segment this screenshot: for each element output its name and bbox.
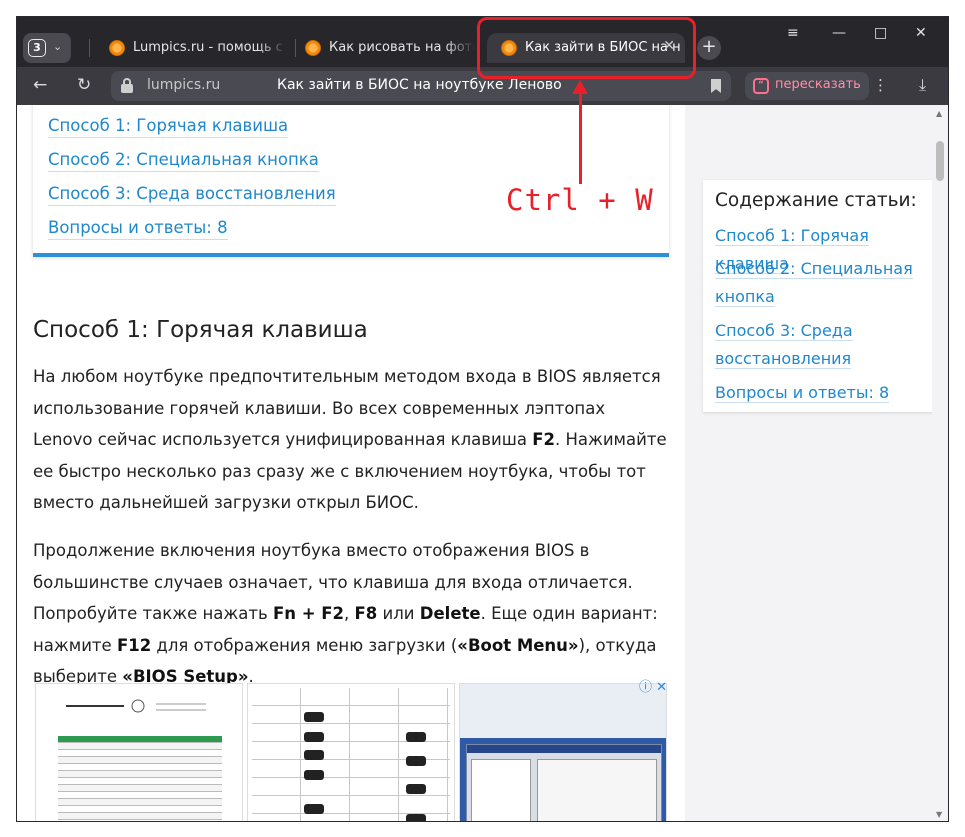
bios-screen-preview — [460, 738, 666, 821]
paragraph-2: Продолжение включения ноутбука вместо от… — [33, 535, 669, 693]
active-tab-highlight — [477, 17, 696, 79]
url-page-title: Как зайти в БИОС на ноутбуке Леново — [277, 77, 562, 93]
text: , — [344, 604, 355, 623]
orange-favicon-icon — [305, 40, 321, 56]
retell-label: пересказать — [775, 77, 861, 92]
sidebar-link-qa[interactable]: Вопросы и ответы: 8 — [715, 379, 931, 407]
bookmark-icon[interactable] — [711, 79, 721, 93]
tab-separator — [89, 39, 90, 57]
key-f8: F8 — [354, 604, 378, 623]
table-of-contents-card: Способ 1: Горячая клавиша Способ 2: Спец… — [33, 105, 669, 257]
toc-link-recovery[interactable]: Способ 3: Среда восстановления — [48, 183, 336, 206]
chevron-down-icon: ⌄ — [53, 40, 63, 53]
text: или — [377, 604, 420, 623]
back-arrow-icon[interactable]: ← — [33, 75, 47, 95]
shortcut-annotation: Ctrl + W — [506, 183, 654, 217]
toc-link-special-button[interactable]: Способ 2: Специальная кнопка — [48, 149, 319, 172]
boot-menu-term: «Boot Menu» — [457, 635, 579, 655]
sidebar-link-label: Способ 2: Специальная кнопка — [715, 259, 913, 307]
more-options-icon[interactable]: ⋮ — [873, 76, 888, 94]
sidebar-link-recovery[interactable]: Способ 3: Среда восстановления — [715, 317, 931, 373]
tab-separator — [295, 39, 296, 57]
parts-grid — [252, 688, 450, 821]
ad-image-parts-grid[interactable] — [247, 683, 455, 821]
sidebar-link-special-button[interactable]: Способ 2: Специальная кнопка — [715, 255, 931, 311]
tab-fade — [257, 33, 287, 63]
tab-count-badge: 3 — [28, 39, 46, 57]
minimize-icon[interactable]: — — [832, 25, 846, 41]
toc-link-hotkey[interactable]: Способ 1: Горячая клавиша — [48, 115, 289, 138]
tab-count-button[interactable]: 3 ⌄ — [23, 33, 71, 63]
tab-draw-on-photo[interactable]: Как рисовать на фото в I — [305, 33, 475, 63]
ad-image-spec-table[interactable] — [35, 683, 243, 821]
tab-fade — [445, 33, 475, 63]
section-heading: Способ 1: Горячая клавиша — [33, 317, 368, 343]
quote-icon: “ — [753, 78, 769, 94]
url-domain: lumpics.ru — [147, 77, 221, 93]
key-f12: F12 — [116, 635, 152, 655]
close-window-icon[interactable]: ✕ — [915, 25, 927, 41]
part-thumbnail — [406, 814, 426, 821]
sidebar-link-label: Вопросы и ответы: 8 — [715, 383, 890, 403]
scroll-down-icon[interactable]: ▼ — [936, 810, 942, 819]
menu-icon[interactable]: ≡ — [787, 25, 799, 41]
browser-window: 3 ⌄ Lumpics.ru - помощь с ко Как рисоват… — [16, 16, 949, 822]
key-delete: Delete — [419, 604, 481, 623]
part-thumbnail — [304, 770, 324, 780]
sidebar-link-label: Способ 3: Среда восстановления — [715, 321, 853, 369]
sidebar-title: Содержание статьи: — [715, 190, 917, 211]
annotation-arrow — [579, 92, 582, 184]
maximize-icon[interactable]: □ — [874, 25, 887, 41]
advertisement-block[interactable] — [35, 679, 667, 821]
part-thumbnail — [304, 712, 324, 722]
scroll-up-icon[interactable]: ▲ — [936, 109, 942, 118]
reload-icon[interactable]: ↻ — [77, 75, 91, 95]
tab-lumpics-home[interactable]: Lumpics.ru - помощь с ко — [109, 33, 287, 63]
toc-link-qa[interactable]: Вопросы и ответы: 8 — [48, 217, 228, 240]
page-scrollbar[interactable]: ▲ ▼ — [932, 105, 948, 821]
spec-mini-table — [58, 736, 222, 821]
part-thumbnail — [304, 804, 324, 814]
key-fn-f2: Fn + F2 — [272, 604, 345, 623]
ad-image-bios-screenshot[interactable] — [459, 683, 667, 821]
ad-info-close-icons[interactable]: ⓘ ✕ — [639, 676, 667, 695]
page-content: Способ 1: Горячая клавиша Способ 2: Спец… — [17, 105, 948, 821]
orange-favicon-icon — [109, 40, 125, 56]
paragraph-1: На любом ноутбуке предпочтительным метод… — [33, 361, 669, 519]
drill-bit-illustration — [66, 699, 206, 713]
part-thumbnail — [304, 732, 324, 742]
new-tab-button[interactable]: + — [697, 36, 721, 60]
part-thumbnail — [406, 784, 426, 794]
text: для отображения меню загрузки ( — [151, 635, 458, 655]
sidebar-contents-card: Содержание статьи: Способ 1: Горячая кла… — [703, 180, 935, 412]
key-f2: F2 — [532, 430, 555, 449]
download-icon[interactable]: ⤓ — [919, 75, 926, 95]
retell-button[interactable]: “ пересказать — [745, 72, 869, 100]
part-thumbnail — [304, 750, 324, 760]
lock-icon — [121, 78, 133, 93]
part-thumbnail — [406, 732, 426, 742]
part-thumbnail — [406, 756, 426, 766]
scroll-thumb[interactable] — [936, 141, 944, 181]
